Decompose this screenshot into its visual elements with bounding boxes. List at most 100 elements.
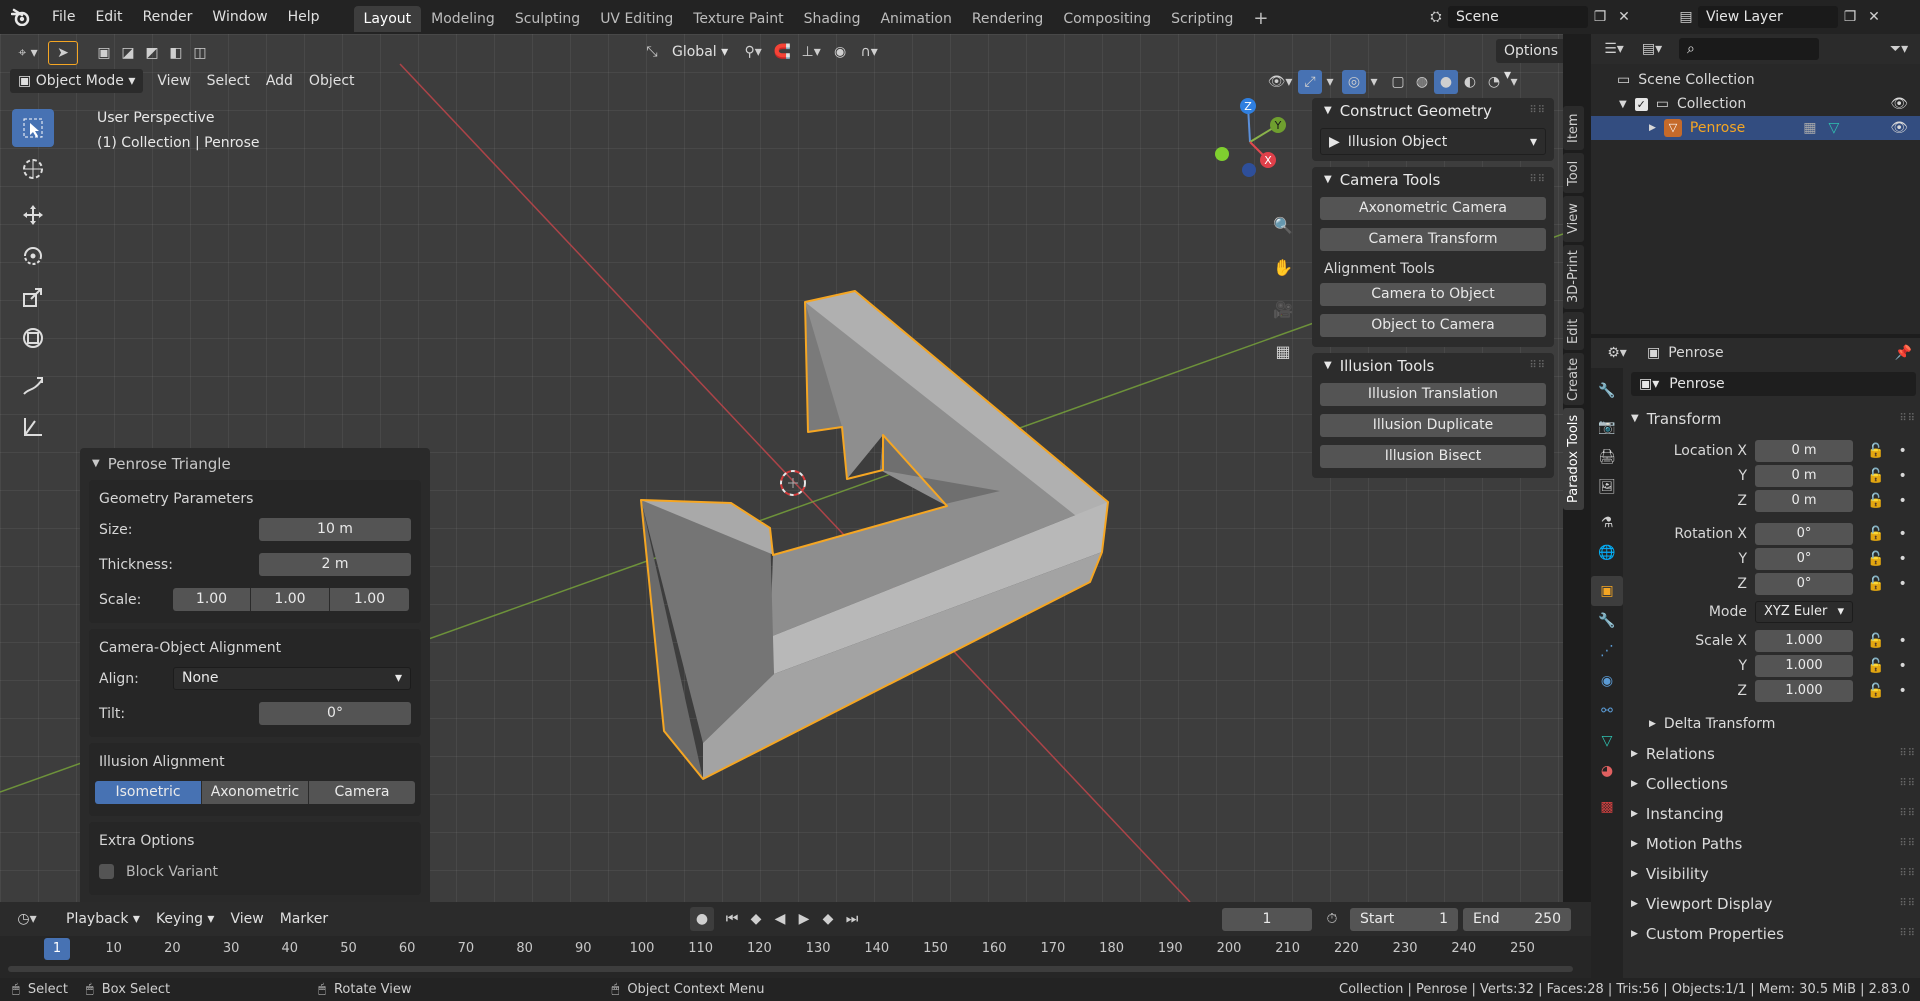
keyframe-dot-icon[interactable]: • — [1898, 576, 1906, 592]
object-to-camera-button[interactable]: Object to Camera — [1320, 314, 1546, 337]
keyframe-dot-icon[interactable]: • — [1898, 658, 1906, 674]
select-new-icon[interactable]: ▣ — [92, 41, 116, 65]
keyframe-dot-icon[interactable]: • — [1898, 526, 1906, 542]
keyframe-dot-icon[interactable]: • — [1898, 468, 1906, 484]
penrose-expand-icon[interactable]: ▶ — [1649, 123, 1656, 133]
tab-modeling[interactable]: Modeling — [421, 6, 505, 32]
render-tab-icon[interactable]: 📷 — [1591, 412, 1623, 442]
current-frame-marker[interactable]: 1 — [44, 938, 70, 960]
marker-menu[interactable]: Marker — [272, 907, 336, 931]
outliner-filter-icon[interactable]: ⏷▾ — [1882, 37, 1916, 61]
illusion-bisect-button[interactable]: Illusion Bisect — [1320, 445, 1546, 468]
solid-shading-icon[interactable]: ● — [1434, 70, 1458, 94]
camera-view-icon[interactable]: 🎥 — [1268, 294, 1298, 324]
motion-paths-header[interactable]: ▶ Motion Paths ⠿⠿ — [1631, 829, 1916, 859]
menu-add[interactable]: Add — [258, 69, 301, 93]
lock-icon[interactable]: 🔓 — [1867, 551, 1884, 567]
keyframe-dot-icon[interactable]: • — [1898, 633, 1906, 649]
lock-icon[interactable]: 🔓 — [1867, 633, 1884, 649]
camera-tools-header[interactable]: ▼ Camera Tools ⠿⠿ — [1312, 167, 1554, 193]
scene-tab-icon[interactable]: ⚗ — [1591, 508, 1623, 538]
annotate-tool-icon[interactable] — [12, 367, 54, 405]
tab-animation[interactable]: Animation — [870, 6, 961, 32]
prop-scale-x-field[interactable]: 1.000 — [1755, 629, 1853, 652]
particles-tab-icon[interactable]: ⋰ — [1591, 636, 1623, 666]
pivot-icon[interactable]: ⚲▾ — [736, 40, 770, 64]
collection-checkbox[interactable]: ✓ — [1634, 97, 1648, 111]
overlay-dropdown-icon[interactable]: ▾ — [1366, 70, 1382, 94]
wireframe-shading-icon[interactable]: ◍ — [1410, 70, 1434, 94]
tool-tab-icon[interactable]: 🔧 — [1591, 376, 1623, 406]
rotation-z-field[interactable]: 0° — [1755, 572, 1853, 595]
snap-icon[interactable]: 🧲 — [770, 40, 794, 64]
isometric-option[interactable]: Isometric — [95, 781, 201, 804]
collections-header[interactable]: ▶ Collections ⠿⠿ — [1631, 769, 1916, 799]
transform-header[interactable]: ▼ Transform ⠿⠿ — [1631, 404, 1916, 434]
select-box-tool-icon[interactable] — [12, 109, 54, 147]
prop-scale-y-field[interactable]: 1.000 — [1755, 654, 1853, 677]
tab-uv-editing[interactable]: UV Editing — [590, 6, 683, 32]
xray-icon[interactable]: ▢ — [1386, 70, 1410, 94]
menu-object[interactable]: Object — [301, 69, 363, 93]
new-scene-icon[interactable]: ❐ — [1588, 5, 1612, 29]
blender-logo-icon[interactable] — [0, 0, 42, 34]
cursor-tool-icon[interactable] — [12, 150, 54, 188]
penrose-row[interactable]: ▶ ▽ Penrose ▦ ▽ 👁 — [1591, 116, 1920, 140]
location-z-field[interactable]: 0 m — [1755, 489, 1853, 512]
pan-hand-icon[interactable]: ✋ — [1268, 252, 1298, 282]
sidebar-tab-edit[interactable]: Edit — [1563, 312, 1584, 350]
world-tab-icon[interactable]: 🌐 — [1591, 538, 1623, 568]
object-name-field[interactable]: ▣▾ Penrose — [1631, 372, 1916, 396]
scale-tool-icon[interactable] — [12, 278, 54, 316]
orientation-icon[interactable]: ⤡ — [640, 40, 664, 64]
gizmo-toggle-icon[interactable]: ⤢ — [1298, 70, 1322, 94]
prop-scale-z-field[interactable]: 1.000 — [1755, 679, 1853, 702]
delete-scene-icon[interactable]: ✕ — [1612, 5, 1636, 29]
timeline-editor-type-icon[interactable]: ◷▾ — [8, 907, 46, 931]
collection-visibility-icon[interactable]: 👁 — [1890, 96, 1908, 112]
lock-icon[interactable]: 🔓 — [1867, 658, 1884, 674]
lock-icon[interactable]: 🔓 — [1867, 576, 1884, 592]
illusion-duplicate-button[interactable]: Illusion Duplicate — [1320, 414, 1546, 437]
keyframe-dot-icon[interactable]: • — [1898, 551, 1906, 567]
jump-end-icon[interactable]: ⏭ — [840, 907, 864, 931]
scale-x-field[interactable]: 1.00 — [173, 588, 251, 611]
illusion-translation-button[interactable]: Illusion Translation — [1320, 383, 1546, 406]
keyframe-dot-icon[interactable]: • — [1898, 683, 1906, 699]
view-layer-field[interactable]: View Layer — [1698, 6, 1838, 28]
object-tab-icon[interactable]: ▣ — [1591, 576, 1623, 606]
shading-dropdown-icon[interactable]: ▾ — [1506, 70, 1522, 94]
material-tab-icon[interactable]: ◕ — [1591, 756, 1623, 786]
object-mode-dropdown[interactable]: ▣ Object Mode ▾ — [10, 69, 144, 93]
axonometric-option[interactable]: Axonometric — [201, 781, 308, 804]
outliner-editor-type-icon[interactable]: ☰▾ — [1595, 37, 1633, 61]
ortho-grid-icon[interactable]: ▦ — [1268, 336, 1298, 366]
visibility-icon[interactable]: 👁▾ — [1262, 70, 1298, 94]
pin-icon[interactable]: 📌 — [1895, 345, 1912, 361]
tab-scripting[interactable]: Scripting — [1161, 6, 1243, 32]
jump-start-icon[interactable]: ⏮ — [720, 907, 744, 931]
physics-tab-icon[interactable]: ◉ — [1591, 666, 1623, 696]
camera-to-object-button[interactable]: Camera to Object — [1320, 283, 1546, 306]
menu-view[interactable]: View — [149, 69, 198, 93]
lock-icon[interactable]: 🔓 — [1867, 683, 1884, 699]
rotation-mode-dropdown[interactable]: XYZ Euler ▾ — [1755, 601, 1853, 623]
3d-viewport[interactable]: ⌖ ▾ ➤ ▣ ◪ ◩ ◧ ◫ ⤡ Global ▾ ⚲▾ 🧲 ⊥▾ ◉ ∩▾ … — [0, 34, 1563, 902]
falloff-icon[interactable]: ∩▾ — [852, 40, 886, 64]
record-icon[interactable]: ● — [690, 907, 714, 931]
start-frame-field[interactable]: Start 1 — [1350, 908, 1458, 931]
outliner-display-mode-icon[interactable]: ▤▾ — [1633, 37, 1671, 61]
sidebar-tab-tool[interactable]: Tool — [1563, 153, 1584, 193]
rotation-x-field[interactable]: 0° — [1755, 522, 1853, 545]
output-tab-icon[interactable]: 🖨 — [1591, 442, 1623, 472]
select-intersect-icon[interactable]: ◫ — [188, 41, 212, 65]
visibility-header[interactable]: ▶ Visibility ⠿⠿ — [1631, 859, 1916, 889]
tab-rendering[interactable]: Rendering — [962, 6, 1054, 32]
play-icon[interactable]: ▶ — [792, 907, 816, 931]
scene-icon[interactable]: ⛭ — [1424, 5, 1448, 29]
keyframe-dot-icon[interactable]: • — [1898, 493, 1906, 509]
penrose-visibility-icon[interactable]: 👁 — [1890, 120, 1908, 136]
lock-icon[interactable]: 🔓 — [1867, 526, 1884, 542]
tilt-field[interactable]: 0° — [259, 702, 411, 725]
overlay-toggle-icon[interactable]: ◎ — [1342, 70, 1366, 94]
